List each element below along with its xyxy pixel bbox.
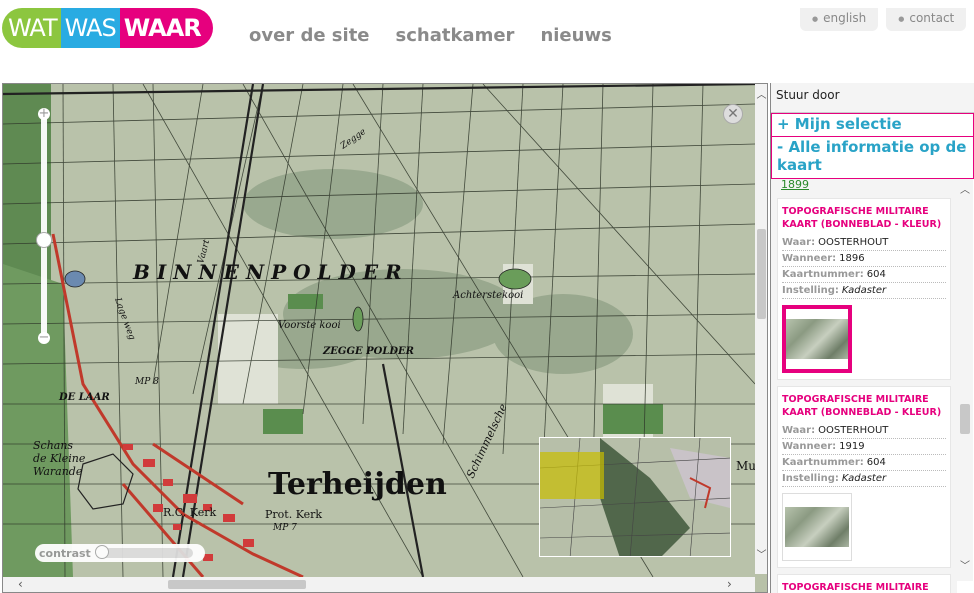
thumbnail-image	[785, 507, 849, 547]
contrast-track[interactable]	[94, 545, 193, 559]
meta-wanneer: Wanneer: 1896	[782, 251, 946, 267]
result-card[interactable]: TOPOGRAFISCHE MILITAIRE KAART (BONNEBLAD…	[777, 386, 951, 568]
label-binnenpolder: B I N N E N P O L D E R	[132, 260, 402, 284]
result-card[interactable]: TOPOGRAFISCHE MILITAIRE KAART (BONNEBLAD…	[777, 198, 951, 380]
results-scrollbar[interactable]: ︿ ﹀	[957, 179, 973, 581]
logo-part-waar: WAAR	[119, 8, 213, 48]
meta-wanneer: Wanneer: 1919	[782, 439, 946, 455]
label-rc-kerk: R.C. Kerk	[163, 506, 216, 519]
result-card[interactable]: TOPOGRAFISCHE MILITAIRE KAART (BONNEBLAD…	[777, 574, 951, 593]
meta-label: Kaartnummer:	[782, 457, 864, 468]
contrast-handle[interactable]	[94, 545, 109, 559]
meta-value: Kadaster	[841, 473, 887, 484]
label-voorste-kooi: Voorste kooi	[278, 320, 341, 331]
scroll-down-icon[interactable]: ﹀	[957, 557, 973, 572]
meta-kaartnummer: Kaartnummer: 604	[782, 455, 946, 471]
label-de-laar: DE LAAR	[58, 392, 110, 403]
close-icon[interactable]: ✕	[723, 104, 743, 124]
meta-label: Waar:	[782, 237, 816, 248]
result-thumbnail[interactable]	[782, 493, 852, 561]
label-zegge-polder: ZEGGE POLDER	[322, 346, 414, 357]
meta-waar: Waar: OOSTERHOUT	[782, 235, 946, 251]
meta-value: 604	[866, 269, 886, 280]
results-scroll-thumb[interactable]	[960, 404, 970, 434]
contrast-slider[interactable]: contrast	[35, 544, 205, 562]
logo-part-wat: WAT	[2, 8, 61, 48]
nav-nieuws[interactable]: nieuws	[540, 25, 611, 46]
zoom-handle[interactable]	[36, 232, 52, 248]
page: WAT WAS WAAR over de site schatkamer nie…	[0, 0, 974, 593]
nav-schatkamer[interactable]: schatkamer	[396, 25, 515, 46]
map-viewer[interactable]: B I N N E N P O L D E R ZEGGE POLDER Voo…	[2, 83, 768, 593]
meta-value: 604	[866, 457, 886, 468]
overview-minimap[interactable]	[539, 437, 731, 557]
label-mp8: MP 8	[134, 377, 159, 387]
nav-over-de-site[interactable]: over de site	[249, 25, 370, 46]
meta-label: Wanneer:	[782, 441, 837, 452]
result-thumbnail[interactable]	[782, 305, 852, 373]
zoom-track[interactable]	[41, 114, 47, 336]
utility-nav: english contact	[800, 8, 974, 31]
map-vertical-scrollbar[interactable]: ︿ ﹀	[755, 84, 767, 574]
meta-instelling: Instelling: Kadaster	[782, 471, 946, 487]
results-list: 1899 TOPOGRAFISCHE MILITAIRE KAART (BONN…	[771, 179, 957, 593]
result-title[interactable]: TOPOGRAFISCHE MILITAIRE KAART (BONNEBLAD…	[782, 393, 946, 419]
english-link[interactable]: english	[800, 8, 879, 31]
scroll-up-icon[interactable]: ︿	[957, 181, 973, 196]
minimap-viewport[interactable]	[540, 452, 604, 499]
meta-value: 1896	[839, 253, 865, 264]
map-horizontal-scrollbar[interactable]: ‹ ›	[3, 577, 755, 592]
contrast-label: contrast	[39, 546, 91, 560]
meta-label: Kaartnummer:	[782, 269, 864, 280]
map-hscroll-thumb[interactable]	[168, 580, 306, 589]
label-de-kleine: de Kleine	[33, 452, 86, 465]
scroll-left-icon[interactable]: ‹	[18, 577, 23, 592]
meta-label: Instelling:	[782, 473, 839, 484]
result-title[interactable]: TOPOGRAFISCHE MILITAIRE KAART (BONNEBLAD…	[782, 581, 946, 593]
scroll-right-icon[interactable]: ›	[727, 577, 732, 592]
meta-value: 1919	[839, 441, 865, 452]
map-vscroll-thumb[interactable]	[757, 229, 766, 319]
label-terheijden: Terheijden	[268, 467, 447, 502]
meta-label: Instelling:	[782, 285, 839, 296]
label-warande: Warande	[33, 465, 83, 478]
label-schans: Schans	[33, 439, 73, 452]
meta-value: Kadaster	[841, 285, 887, 296]
logo-part-was: WAS	[60, 8, 120, 48]
main-nav: over de site schatkamer nieuws	[249, 25, 612, 46]
label-mu: Mu	[736, 459, 755, 473]
scroll-up-icon[interactable]: ︿	[755, 86, 767, 101]
meta-kaartnummer: Kaartnummer: 604	[782, 267, 946, 283]
thumbnail-image	[786, 319, 848, 359]
send-to-header[interactable]: Stuur door	[771, 83, 974, 113]
meta-value: OOSTERHOUT	[818, 425, 889, 436]
meta-waar: Waar: OOSTERHOUT	[782, 423, 946, 439]
meta-value: OOSTERHOUT	[818, 237, 889, 248]
meta-label: Waar:	[782, 425, 816, 436]
sidebar: Stuur door + Mijn selectie - Alle inform…	[770, 83, 974, 593]
zoom-out-button[interactable]: −	[38, 331, 50, 344]
all-map-info-toggle[interactable]: - Alle informatie op de kaart	[771, 137, 974, 179]
meta-instelling: Instelling: Kadaster	[782, 283, 946, 299]
scroll-down-icon[interactable]: ﹀	[755, 546, 767, 561]
prev-year-link[interactable]: 1899	[781, 179, 957, 195]
zoom-in-button[interactable]: +	[38, 107, 50, 120]
site-logo[interactable]: WAT WAS WAAR	[2, 8, 213, 48]
label-mp7: MP 7	[272, 523, 297, 533]
zoom-slider[interactable]: + −	[35, 104, 53, 344]
contact-link[interactable]: contact	[886, 8, 967, 31]
label-prot-kerk: Prot. Kerk	[265, 508, 322, 521]
my-selection-toggle[interactable]: + Mijn selectie	[771, 113, 974, 137]
result-title[interactable]: TOPOGRAFISCHE MILITAIRE KAART (BONNEBLAD…	[782, 205, 946, 231]
meta-label: Wanneer:	[782, 253, 837, 264]
label-achterste-kooi: Achterstekooi	[452, 290, 523, 301]
